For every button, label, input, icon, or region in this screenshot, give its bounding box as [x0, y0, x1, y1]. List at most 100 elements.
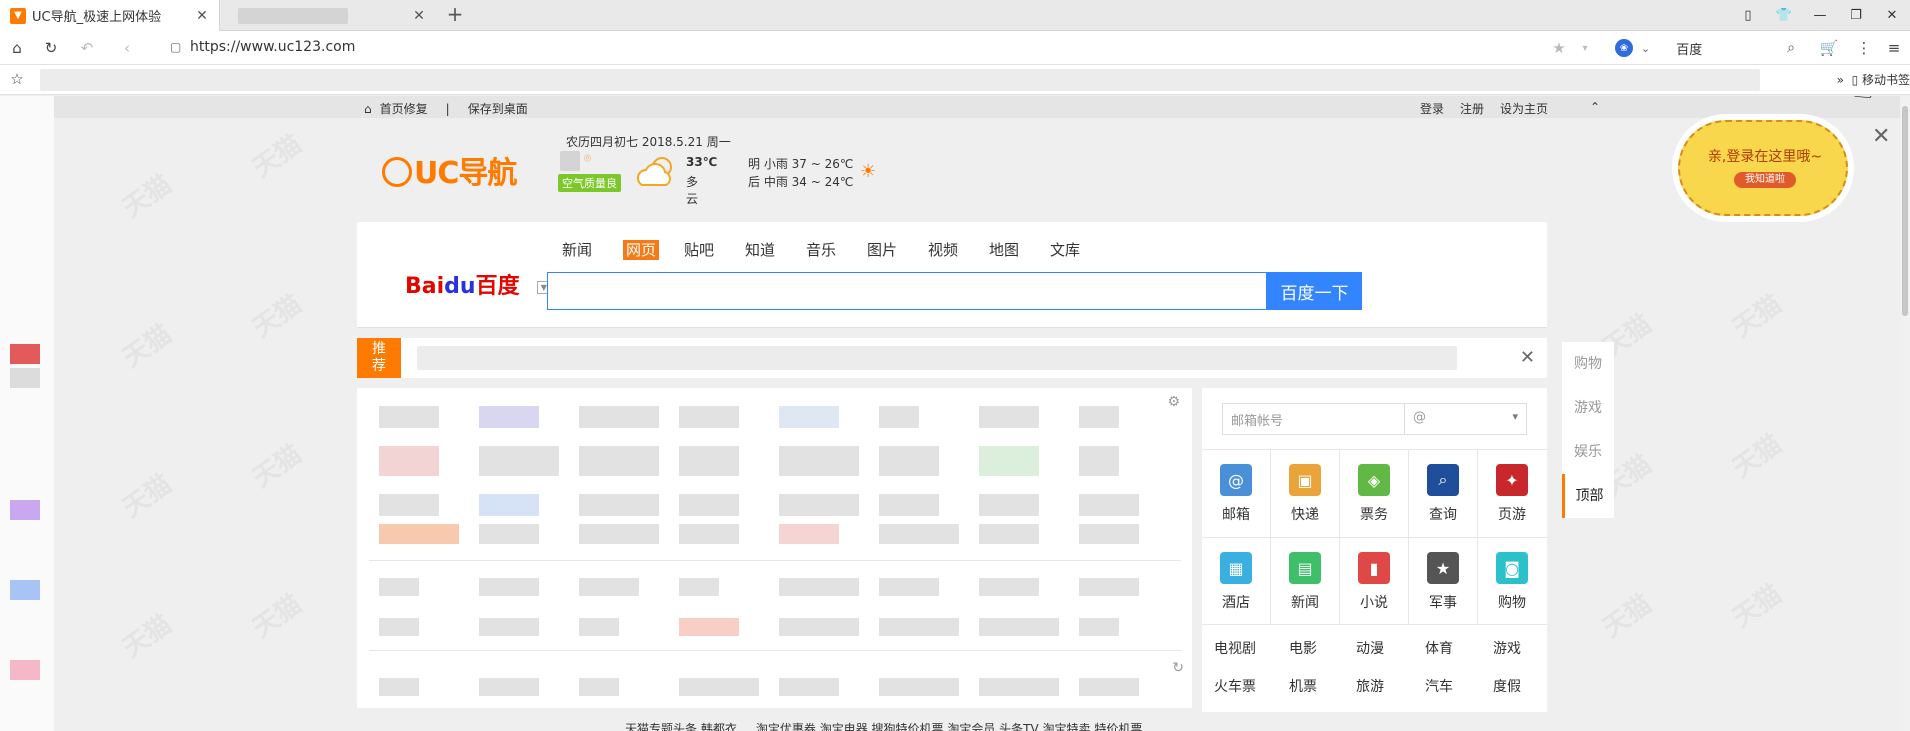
home-icon[interactable]: ⌂	[8, 39, 26, 57]
blurred-site-link[interactable]	[679, 494, 739, 516]
new-tab-button[interactable]: +	[444, 4, 466, 26]
blurred-site-link[interactable]	[379, 446, 439, 476]
mini-mode-icon[interactable]: ▯	[1730, 0, 1766, 31]
link-vacation[interactable]: 度假	[1493, 676, 1521, 696]
blurred-site-link[interactable]	[479, 494, 539, 516]
cart-icon[interactable]: 🛒	[1820, 39, 1839, 57]
bookmark-star-icon[interactable]: ☆	[8, 70, 26, 88]
blurred-site-link[interactable]	[879, 578, 939, 596]
baidu-logo[interactable]: Baidu百度 ▼	[405, 268, 551, 300]
blurred-site-link[interactable]	[479, 678, 539, 696]
blurred-site-link[interactable]	[479, 618, 539, 636]
blurred-site-link[interactable]	[679, 678, 759, 696]
login-link[interactable]: 登录	[1420, 100, 1444, 117]
blurred-site-link[interactable]	[979, 618, 1059, 636]
tab-blurred[interactable]: ✕	[222, 0, 436, 31]
uc-nav-logo[interactable]: UC导航	[382, 148, 517, 192]
blurred-site-link[interactable]	[379, 578, 419, 596]
close-icon[interactable]: ✕	[1520, 347, 1535, 368]
blurred-site-link[interactable]	[879, 618, 959, 636]
link-auto[interactable]: 汽车	[1425, 676, 1453, 696]
mail-account-input[interactable]: 邮箱帐号	[1223, 404, 1405, 434]
tab-tieba[interactable]: 贴吧	[684, 239, 745, 260]
blurred-site-link[interactable]	[1079, 678, 1139, 696]
tab-images[interactable]: 图片	[867, 239, 928, 260]
blurred-site-link[interactable]	[479, 578, 539, 596]
service-webgame[interactable]: ✦ 页游	[1478, 450, 1546, 536]
menu-icon[interactable]: ≡	[1885, 39, 1903, 57]
sidenav-top[interactable]: 顶部	[1562, 474, 1614, 518]
blurred-site-link[interactable]	[1079, 406, 1119, 428]
blurred-site-link[interactable]	[879, 406, 919, 428]
blurred-site-link[interactable]	[1079, 578, 1139, 596]
sidenav-shopping[interactable]: 购物	[1562, 342, 1614, 386]
search-button[interactable]: 百度一下	[1267, 272, 1362, 310]
blurred-site-link[interactable]	[879, 494, 939, 516]
register-link[interactable]: 注册	[1460, 100, 1484, 117]
blurred-site-link[interactable]	[979, 446, 1039, 476]
sidenav-games[interactable]: 游戏	[1562, 386, 1614, 430]
home-fix-link[interactable]: 首页修复	[380, 100, 428, 117]
blurred-site-link[interactable]	[479, 524, 539, 544]
tab-video[interactable]: 视频	[928, 239, 989, 260]
service-shopping[interactable]: ◙ 购物	[1478, 538, 1546, 624]
blurred-site-link[interactable]	[779, 494, 859, 516]
blurred-site-link[interactable]	[779, 524, 839, 544]
blurred-site-link[interactable]	[579, 494, 659, 516]
link-anime[interactable]: 动漫	[1356, 638, 1384, 658]
chevron-down-icon[interactable]: ⌄	[1641, 42, 1650, 55]
bookmark-star-icon[interactable]: ★	[1550, 39, 1568, 57]
undo-icon[interactable]: ↶	[78, 39, 96, 57]
blurred-site-link[interactable]	[679, 524, 739, 544]
skin-icon[interactable]: 👕	[1766, 0, 1802, 31]
link-movie[interactable]: 电影	[1289, 638, 1317, 658]
settings-gear-icon[interactable]: ⚙	[1167, 394, 1180, 410]
blurred-site-link[interactable]	[479, 446, 559, 476]
blurred-site-link[interactable]	[679, 446, 739, 476]
collapse-icon[interactable]: ⌃	[1590, 100, 1600, 117]
tab-music[interactable]: 音乐	[806, 239, 867, 260]
got-it-button[interactable]: 我知道啦	[1734, 172, 1796, 188]
close-bubble-icon[interactable]: ✕	[1872, 124, 1890, 149]
browser-search-box[interactable]: ❀ ⌄ 百度 ⌕	[1615, 37, 1795, 59]
weather-more-icon[interactable]: ☀	[860, 161, 876, 182]
link-tv-series[interactable]: 电视剧	[1214, 638, 1256, 658]
link-travel[interactable]: 旅游	[1356, 676, 1384, 696]
tab-news[interactable]: 新闻	[562, 239, 623, 260]
blurred-site-link[interactable]	[979, 524, 1039, 544]
refresh-icon[interactable]: ↻	[1172, 660, 1184, 676]
service-novel[interactable]: ▮ 小说	[1340, 538, 1408, 624]
set-homepage-link[interactable]: 设为主页	[1500, 100, 1548, 117]
blurred-site-link[interactable]	[879, 446, 939, 476]
blurred-site-link[interactable]	[379, 406, 439, 428]
search-input[interactable]	[547, 272, 1267, 310]
more-icon[interactable]: ⋮	[1855, 39, 1873, 57]
blurred-site-link[interactable]	[979, 578, 1039, 596]
service-news[interactable]: ▤ 新闻	[1271, 538, 1339, 624]
save-to-desktop-link[interactable]: 保存到桌面	[468, 100, 528, 117]
footer-links[interactable]: 天猫专题头条 韩都衣 ... 淘宝优惠券 淘宝电器 搜狗特价机票 淘宝会员 头条…	[625, 720, 1142, 731]
close-window-icon[interactable]: ✕	[1874, 0, 1910, 31]
blurred-site-link[interactable]	[679, 618, 739, 636]
link-train-tickets[interactable]: 火车票	[1214, 676, 1256, 696]
blurred-site-link[interactable]	[679, 406, 739, 428]
page-scrollbar[interactable]	[1900, 96, 1910, 731]
blurred-site-link[interactable]	[579, 446, 659, 476]
blurred-site-link[interactable]	[379, 494, 439, 516]
blurred-site-link[interactable]	[779, 406, 839, 428]
mail-domain-select[interactable]: @	[1405, 404, 1526, 434]
service-military[interactable]: ★ 军事	[1409, 538, 1477, 624]
blurred-site-link[interactable]	[979, 406, 1039, 428]
close-tab-icon[interactable]: ✕	[195, 8, 209, 24]
link-games[interactable]: 游戏	[1493, 638, 1521, 658]
blurred-site-link[interactable]	[779, 446, 859, 476]
tab-wenku[interactable]: 文库	[1050, 239, 1111, 260]
tab-zhidao[interactable]: 知道	[745, 239, 806, 260]
sidenav-entertainment[interactable]: 娱乐	[1562, 430, 1614, 474]
service-hotel[interactable]: ▦ 酒店	[1202, 538, 1270, 624]
blurred-site-link[interactable]	[779, 618, 859, 636]
blurred-site-link[interactable]	[579, 406, 659, 428]
blurred-site-link[interactable]	[779, 678, 839, 696]
blurred-site-link[interactable]	[579, 578, 639, 596]
blurred-site-link[interactable]	[579, 524, 659, 544]
